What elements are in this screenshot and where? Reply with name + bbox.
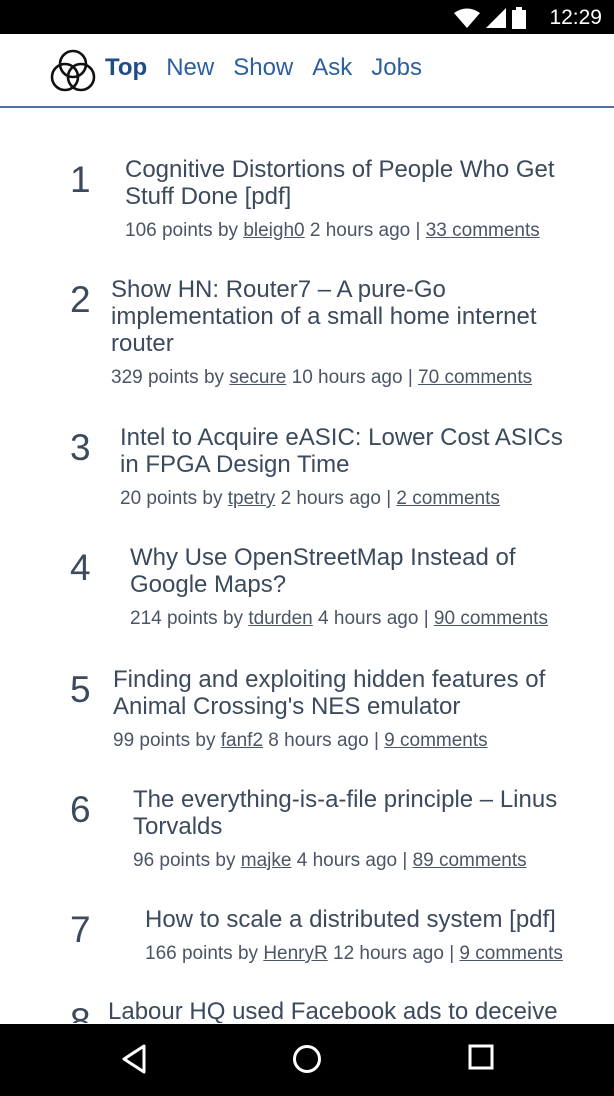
story-rank: 3: [70, 427, 91, 468]
story-user-link[interactable]: fanf2: [221, 730, 263, 751]
tab-show[interactable]: Show: [233, 54, 293, 82]
story-user-link[interactable]: HenryR: [263, 943, 327, 964]
story-meta: 214 points by tdurden 4 hours ago | 90 c…: [130, 608, 548, 630]
story-points: 214 points by: [130, 608, 244, 629]
story-meta: 20 points by tpetry 2 hours ago | 2 comm…: [120, 488, 500, 510]
story-title-line: Stuff Done [pdf]: [125, 183, 292, 210]
story-title-link[interactable]: The everything-is-a-file principle – Lin…: [133, 786, 557, 840]
story-title-line: Finding and exploiting hidden features o…: [113, 666, 546, 693]
story-rank: 7: [70, 909, 91, 950]
story-title-line: Animal Crossing's NES emulator: [113, 693, 461, 720]
recents-icon[interactable]: [468, 1044, 494, 1070]
story-title-line: router: [111, 330, 174, 357]
story-user-link[interactable]: bleigh0: [243, 220, 304, 241]
story-title-link[interactable]: Intel to Acquire eASIC: Lower Cost ASICs…: [120, 424, 563, 478]
story-points: 99 points by: [113, 730, 216, 751]
story-age: 10 hours ago: [291, 367, 403, 388]
story-title-link[interactable]: Cognitive Distortions of People Who Get S…: [125, 156, 555, 210]
tab-ask[interactable]: Ask: [312, 54, 352, 82]
story-age: 2 hours ago: [309, 220, 411, 241]
story-user-link[interactable]: majke: [241, 850, 292, 871]
story-title-link[interactable]: Finding and exploiting hidden features o…: [113, 666, 545, 720]
story-title-line: in FPGA Design Time: [120, 451, 350, 478]
status-icons: [454, 7, 526, 29]
story-title-link[interactable]: Why Use OpenStreetMap Instead of Google M…: [130, 544, 516, 598]
story-points: 96 points by: [133, 850, 236, 871]
story-rank: 8: [70, 1001, 91, 1023]
nav-tabs: Top New Show Ask Jobs: [105, 54, 422, 82]
story-user-link[interactable]: tdurden: [248, 608, 312, 629]
story-comments-link[interactable]: 70 comments: [418, 367, 532, 388]
story-title-line: How to scale a distributed system [pdf]: [145, 906, 556, 933]
story-title-line: Intel to Acquire eASIC: Lower Cost ASICs: [120, 424, 563, 451]
status-time: 12:29: [549, 6, 602, 29]
story-age: 8 hours ago: [268, 730, 369, 751]
story-points: 20 points by: [120, 488, 223, 509]
wifi-icon: [454, 8, 480, 28]
tab-top[interactable]: Top: [105, 54, 147, 82]
story-meta: 166 points by HenryR 12 hours ago | 9 co…: [145, 943, 563, 965]
story-user-link[interactable]: tpetry: [228, 488, 276, 509]
story-title-line: Why Use OpenStreetMap Instead of: [130, 544, 516, 571]
story-age: 12 hours ago: [333, 943, 444, 964]
battery-icon: [512, 7, 526, 29]
story-user-link[interactable]: secure: [229, 367, 286, 388]
story-meta: 329 points by secure 10 hours ago | 70 c…: [111, 367, 532, 389]
story-meta: 96 points by majke 4 hours ago | 89 comm…: [133, 850, 527, 872]
back-icon[interactable]: [120, 1044, 148, 1074]
story-comments-link[interactable]: 89 comments: [413, 850, 527, 871]
story-meta: 106 points by bleigh0 2 hours ago | 33 c…: [125, 220, 540, 242]
tab-new[interactable]: New: [166, 54, 214, 82]
meta-separator: |: [415, 220, 421, 241]
meta-separator: |: [423, 608, 429, 629]
status-bar: 12:29: [0, 0, 614, 34]
story-title-line: Torvalds: [133, 813, 223, 840]
story-meta: 99 points by fanf2 8 hours ago | 9 comme…: [113, 730, 488, 752]
meta-separator: |: [407, 367, 413, 388]
signal-icon: [486, 8, 506, 28]
story-age: 4 hours ago: [318, 608, 419, 629]
story-title-line: Google Maps?: [130, 571, 287, 598]
app-header: Top New Show Ask Jobs: [0, 34, 614, 108]
story-title-link[interactable]: Labour HQ used Facebook ads to deceive: [108, 998, 558, 1023]
story-rank: 1: [70, 159, 91, 200]
logo-icon[interactable]: [50, 48, 96, 94]
story-points: 166 points by: [145, 943, 259, 964]
story-title-link[interactable]: How to scale a distributed system [pdf]: [145, 906, 556, 933]
meta-separator: |: [402, 850, 408, 871]
story-comments-link[interactable]: 33 comments: [426, 220, 540, 241]
story-title-line: implementation of a small home internet: [111, 303, 537, 330]
meta-separator: |: [373, 730, 379, 751]
story-comments-link[interactable]: 9 comments: [384, 730, 487, 751]
story-rank: 4: [70, 547, 91, 588]
story-age: 2 hours ago: [280, 488, 381, 509]
story-title-line: Labour HQ used Facebook ads to deceive: [108, 998, 558, 1023]
story-title-link[interactable]: Show HN: Router7 – A pure-Go implementati…: [111, 276, 537, 357]
story-title-line: Cognitive Distortions of People Who Get: [125, 156, 555, 183]
meta-separator: |: [386, 488, 392, 509]
story-rank: 5: [70, 669, 91, 710]
story-points: 329 points by: [111, 367, 225, 388]
story-comments-link[interactable]: 2 comments: [396, 488, 499, 509]
story-points: 106 points by: [125, 220, 239, 241]
story-comments-link[interactable]: 90 comments: [434, 608, 548, 629]
story-comments-link[interactable]: 9 comments: [459, 943, 562, 964]
system-nav-bar: [0, 1024, 614, 1096]
story-title-line: Show HN: Router7 – A pure-Go: [111, 276, 446, 303]
home-icon[interactable]: [292, 1044, 322, 1074]
story-age: 4 hours ago: [296, 850, 398, 871]
tab-jobs[interactable]: Jobs: [371, 54, 422, 82]
story-rank: 6: [70, 789, 91, 830]
story-list: 1 Cognitive Distortions of People Who Get…: [0, 108, 614, 1023]
meta-separator: |: [449, 943, 455, 964]
story-title-line: The everything-is-a-file principle – Lin…: [133, 786, 558, 813]
story-rank: 2: [70, 279, 91, 320]
